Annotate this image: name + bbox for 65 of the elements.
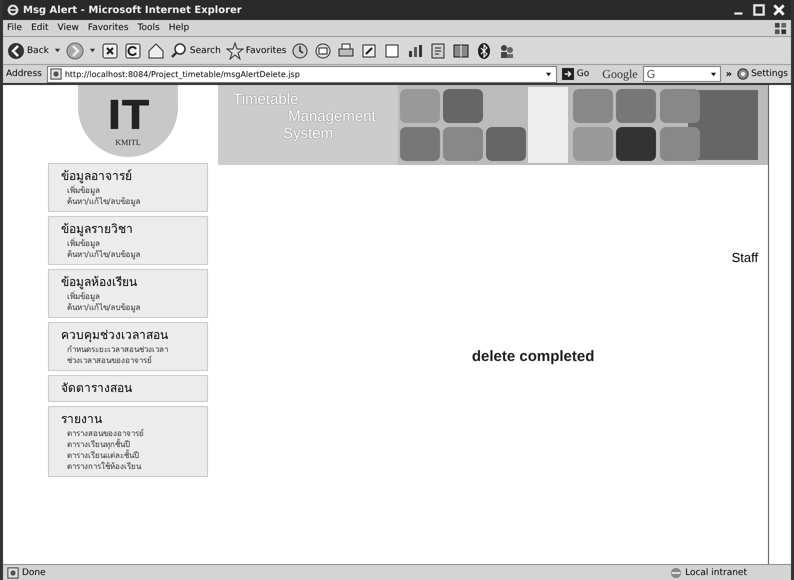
menu-link[interactable]: ค้นหา/แก้ไข/ลบข้อมูล xyxy=(67,249,202,260)
mail-icon[interactable] xyxy=(314,42,332,60)
chevron[interactable]: » xyxy=(726,68,732,80)
dropdown-arrow-icon[interactable] xyxy=(88,47,96,54)
address-field[interactable]: http://localhost:8084/Project_timetable/msgAlertDelete.jsp xyxy=(46,66,557,82)
google-logo: Google xyxy=(602,66,638,82)
search-button[interactable]: Search xyxy=(170,42,221,60)
menu-link[interactable]: ตารางสอนของอาจารย์ xyxy=(67,428,202,439)
dropdown-arrow-icon[interactable] xyxy=(544,70,552,78)
edit-icon[interactable] xyxy=(360,42,378,60)
go-button[interactable]: Go xyxy=(562,68,590,80)
section-title[interactable]: ข้อมูลรายวิชา xyxy=(61,221,202,238)
section-title[interactable]: รายงาน xyxy=(61,411,202,428)
user-role: Staff xyxy=(732,250,758,265)
maximize-icon[interactable] xyxy=(751,3,767,17)
banner-text: Management xyxy=(288,108,377,125)
status-message: delete completed xyxy=(472,348,594,365)
print-icon[interactable] xyxy=(337,42,356,60)
menu-link[interactable]: ตารางการใช้ห้องเรียน xyxy=(67,461,202,472)
section-title[interactable]: ข้อมูลห้องเรียน xyxy=(61,274,202,291)
arrow-icon xyxy=(562,68,574,80)
star-icon xyxy=(226,42,244,60)
security-zone: Local intranet xyxy=(670,566,787,578)
menu-item[interactable]: Favorites xyxy=(88,23,129,33)
menu-link[interactable]: ช่วงเวลาสอนของอาจารย์ xyxy=(67,355,202,366)
menu-link[interactable]: เพิ่มข้อมูล xyxy=(67,185,202,196)
refresh-icon[interactable] xyxy=(124,42,142,60)
back-button[interactable]: Back xyxy=(7,42,49,60)
section-title[interactable]: ข้อมูลอาจารย์ xyxy=(61,168,202,185)
address-label: Address xyxy=(6,69,42,79)
book-icon[interactable] xyxy=(452,42,470,60)
stop-icon[interactable] xyxy=(100,42,119,60)
section-title[interactable]: จัดตารางสอน xyxy=(61,380,202,397)
favorites-button[interactable]: Favorites xyxy=(226,42,286,60)
window-title: Msg Alert - Microsoft Internet Explorer xyxy=(23,4,242,16)
document-icon[interactable] xyxy=(429,42,448,60)
menu-link[interactable]: ค้นหา/แก้ไข/ลบข้อมูล xyxy=(67,196,202,207)
forward-icon[interactable] xyxy=(66,42,84,60)
menu-link[interactable]: เพิ่มข้อมูล xyxy=(67,238,202,249)
section-title[interactable]: ควบคุมช่วงเวลาสอน xyxy=(61,327,202,344)
google-search-field[interactable]: G xyxy=(642,66,721,82)
menu-link[interactable]: ตารางเรียนทุกชั้นปี xyxy=(67,439,202,450)
logo-badge: IT KMITL xyxy=(78,85,178,157)
search-icon xyxy=(170,42,188,60)
menu-item[interactable]: View xyxy=(58,23,79,33)
status-text: Done xyxy=(22,568,46,578)
settings-icon xyxy=(737,68,750,80)
menu-link[interactable]: ค้นหา/แก้ไข/ลบข้อมูล xyxy=(67,302,202,313)
dropdown-arrow-icon[interactable] xyxy=(710,70,717,78)
page-icon xyxy=(50,68,62,80)
home-icon[interactable] xyxy=(146,42,165,60)
menu-item[interactable]: Help xyxy=(168,23,190,33)
menu-link[interactable]: กำหนดระยะเวลาสอนช่วงเวลา xyxy=(67,344,202,355)
menu-item[interactable]: Edit xyxy=(31,23,48,33)
close-icon[interactable] xyxy=(771,3,787,17)
page-icon[interactable] xyxy=(383,42,402,60)
windows-logo-icon xyxy=(774,22,787,34)
settings-button[interactable]: Settings xyxy=(737,68,788,80)
banner-text: Timetable xyxy=(233,91,300,108)
menu-link[interactable]: ตารางเรียนแต่ละชั้นปี xyxy=(67,450,202,461)
menu-item[interactable]: Tools xyxy=(138,23,160,33)
menu-item[interactable]: File xyxy=(7,23,22,33)
history-icon[interactable] xyxy=(291,42,310,60)
menu-link[interactable]: เพิ่มข้อมูล xyxy=(67,291,202,302)
dropdown-arrow-icon[interactable] xyxy=(54,47,61,54)
